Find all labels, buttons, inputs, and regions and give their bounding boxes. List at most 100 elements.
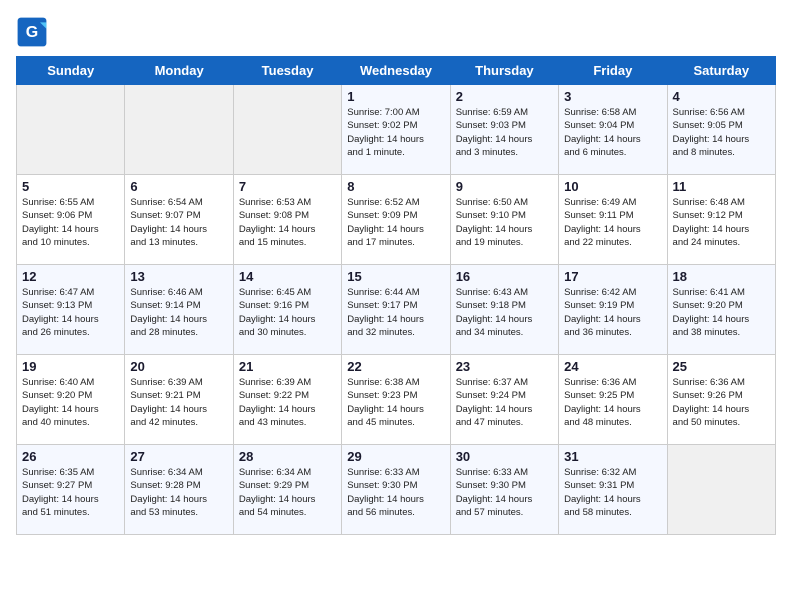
day-info: Sunrise: 6:49 AM Sunset: 9:11 PM Dayligh… xyxy=(564,196,661,249)
calendar-cell: 8 Sunrise: 6:52 AM Sunset: 9:09 PM Daylig… xyxy=(342,175,450,265)
calendar-cell: 4 Sunrise: 6:56 AM Sunset: 9:05 PM Daylig… xyxy=(667,85,775,175)
calendar-cell: 10Sunrise: 6:49 AM Sunset: 9:11 PM Dayli… xyxy=(559,175,667,265)
calendar-cell: 2 Sunrise: 6:59 AM Sunset: 9:03 PM Daylig… xyxy=(450,85,558,175)
calendar-week-row: 5 Sunrise: 6:55 AM Sunset: 9:06 PM Daylig… xyxy=(17,175,776,265)
day-info: Sunrise: 6:39 AM Sunset: 9:21 PM Dayligh… xyxy=(130,376,227,429)
calendar-cell: 27 Sunrise: 6:34 AM Sunset: 9:28 PM Dayli… xyxy=(125,445,233,535)
calendar-week-row: 1 Sunrise: 7:00 AM Sunset: 9:02 PM Daylig… xyxy=(17,85,776,175)
day-number: 29 xyxy=(347,449,444,464)
day-info: Sunrise: 6:35 AM Sunset: 9:27 PM Dayligh… xyxy=(22,466,119,519)
day-number: 8 xyxy=(347,179,444,194)
day-number: 24 xyxy=(564,359,661,374)
day-info: Sunrise: 6:50 AM Sunset: 9:10 PM Dayligh… xyxy=(456,196,553,249)
day-info: Sunrise: 6:38 AM Sunset: 9:23 PM Dayligh… xyxy=(347,376,444,429)
calendar-cell: 3Sunrise: 6:58 AM Sunset: 9:04 PM Daylig… xyxy=(559,85,667,175)
day-number: 17 xyxy=(564,269,661,284)
column-header-tuesday: Tuesday xyxy=(233,57,341,85)
calendar-cell: 26 Sunrise: 6:35 AM Sunset: 9:27 PM Dayli… xyxy=(17,445,125,535)
calendar-week-row: 26 Sunrise: 6:35 AM Sunset: 9:27 PM Dayli… xyxy=(17,445,776,535)
calendar-week-row: 19 Sunrise: 6:40 AM Sunset: 9:20 PM Dayli… xyxy=(17,355,776,445)
calendar-cell: 21 Sunrise: 6:39 AM Sunset: 9:22 PM Dayli… xyxy=(233,355,341,445)
day-info: Sunrise: 6:42 AM Sunset: 9:19 PM Dayligh… xyxy=(564,286,661,339)
column-header-saturday: Saturday xyxy=(667,57,775,85)
day-number: 6 xyxy=(130,179,227,194)
calendar-cell: 28Sunrise: 6:34 AM Sunset: 9:29 PM Dayli… xyxy=(233,445,341,535)
calendar-body: 1 Sunrise: 7:00 AM Sunset: 9:02 PM Daylig… xyxy=(17,85,776,535)
day-number: 4 xyxy=(673,89,770,104)
day-number: 16 xyxy=(456,269,553,284)
day-number: 19 xyxy=(22,359,119,374)
day-number: 3 xyxy=(564,89,661,104)
day-number: 2 xyxy=(456,89,553,104)
day-number: 30 xyxy=(456,449,553,464)
day-number: 18 xyxy=(673,269,770,284)
calendar-cell xyxy=(125,85,233,175)
calendar-cell: 15 Sunrise: 6:44 AM Sunset: 9:17 PM Dayli… xyxy=(342,265,450,355)
day-info: Sunrise: 6:41 AM Sunset: 9:20 PM Dayligh… xyxy=(673,286,770,339)
day-number: 13 xyxy=(130,269,227,284)
day-info: Sunrise: 7:00 AM Sunset: 9:02 PM Dayligh… xyxy=(347,106,444,159)
calendar-table: SundayMondayTuesdayWednesdayThursdayFrid… xyxy=(16,56,776,535)
day-number: 12 xyxy=(22,269,119,284)
calendar-week-row: 12 Sunrise: 6:47 AM Sunset: 9:13 PM Dayli… xyxy=(17,265,776,355)
column-header-thursday: Thursday xyxy=(450,57,558,85)
day-info: Sunrise: 6:44 AM Sunset: 9:17 PM Dayligh… xyxy=(347,286,444,339)
calendar-cell: 1 Sunrise: 7:00 AM Sunset: 9:02 PM Daylig… xyxy=(342,85,450,175)
calendar-cell: 7Sunrise: 6:53 AM Sunset: 9:08 PM Daylig… xyxy=(233,175,341,265)
calendar-cell: 14Sunrise: 6:45 AM Sunset: 9:16 PM Dayli… xyxy=(233,265,341,355)
day-info: Sunrise: 6:43 AM Sunset: 9:18 PM Dayligh… xyxy=(456,286,553,339)
calendar-cell: 17 Sunrise: 6:42 AM Sunset: 9:19 PM Dayli… xyxy=(559,265,667,355)
calendar-cell: 20 Sunrise: 6:39 AM Sunset: 9:21 PM Dayli… xyxy=(125,355,233,445)
calendar-cell: 12 Sunrise: 6:47 AM Sunset: 9:13 PM Dayli… xyxy=(17,265,125,355)
calendar-cell: 22 Sunrise: 6:38 AM Sunset: 9:23 PM Dayli… xyxy=(342,355,450,445)
day-info: Sunrise: 6:36 AM Sunset: 9:26 PM Dayligh… xyxy=(673,376,770,429)
calendar-cell: 16 Sunrise: 6:43 AM Sunset: 9:18 PM Dayli… xyxy=(450,265,558,355)
day-info: Sunrise: 6:33 AM Sunset: 9:30 PM Dayligh… xyxy=(347,466,444,519)
day-info: Sunrise: 6:55 AM Sunset: 9:06 PM Dayligh… xyxy=(22,196,119,249)
day-number: 5 xyxy=(22,179,119,194)
day-info: Sunrise: 6:48 AM Sunset: 9:12 PM Dayligh… xyxy=(673,196,770,249)
day-info: Sunrise: 6:54 AM Sunset: 9:07 PM Dayligh… xyxy=(130,196,227,249)
logo: G xyxy=(16,16,52,48)
day-info: Sunrise: 6:39 AM Sunset: 9:22 PM Dayligh… xyxy=(239,376,336,429)
day-number: 21 xyxy=(239,359,336,374)
day-info: Sunrise: 6:47 AM Sunset: 9:13 PM Dayligh… xyxy=(22,286,119,339)
day-number: 27 xyxy=(130,449,227,464)
column-header-monday: Monday xyxy=(125,57,233,85)
day-number: 20 xyxy=(130,359,227,374)
day-info: Sunrise: 6:32 AM Sunset: 9:31 PM Dayligh… xyxy=(564,466,661,519)
calendar-cell: 30 Sunrise: 6:33 AM Sunset: 9:30 PM Dayli… xyxy=(450,445,558,535)
column-header-wednesday: Wednesday xyxy=(342,57,450,85)
day-info: Sunrise: 6:46 AM Sunset: 9:14 PM Dayligh… xyxy=(130,286,227,339)
calendar-cell xyxy=(17,85,125,175)
day-number: 28 xyxy=(239,449,336,464)
day-info: Sunrise: 6:56 AM Sunset: 9:05 PM Dayligh… xyxy=(673,106,770,159)
calendar-cell: 6 Sunrise: 6:54 AM Sunset: 9:07 PM Daylig… xyxy=(125,175,233,265)
day-number: 26 xyxy=(22,449,119,464)
day-number: 31 xyxy=(564,449,661,464)
day-number: 22 xyxy=(347,359,444,374)
day-number: 15 xyxy=(347,269,444,284)
calendar-cell xyxy=(667,445,775,535)
day-info: Sunrise: 6:40 AM Sunset: 9:20 PM Dayligh… xyxy=(22,376,119,429)
page-header: G xyxy=(16,16,776,48)
calendar-cell: 25 Sunrise: 6:36 AM Sunset: 9:26 PM Dayli… xyxy=(667,355,775,445)
calendar-cell: 23 Sunrise: 6:37 AM Sunset: 9:24 PM Dayli… xyxy=(450,355,558,445)
calendar-cell xyxy=(233,85,341,175)
day-info: Sunrise: 6:37 AM Sunset: 9:24 PM Dayligh… xyxy=(456,376,553,429)
calendar-cell: 31 Sunrise: 6:32 AM Sunset: 9:31 PM Dayli… xyxy=(559,445,667,535)
day-number: 25 xyxy=(673,359,770,374)
day-info: Sunrise: 6:59 AM Sunset: 9:03 PM Dayligh… xyxy=(456,106,553,159)
day-info: Sunrise: 6:34 AM Sunset: 9:28 PM Dayligh… xyxy=(130,466,227,519)
column-header-friday: Friday xyxy=(559,57,667,85)
svg-text:G: G xyxy=(26,24,38,41)
day-number: 14 xyxy=(239,269,336,284)
day-info: Sunrise: 6:52 AM Sunset: 9:09 PM Dayligh… xyxy=(347,196,444,249)
day-info: Sunrise: 6:33 AM Sunset: 9:30 PM Dayligh… xyxy=(456,466,553,519)
column-header-sunday: Sunday xyxy=(17,57,125,85)
calendar-cell: 5 Sunrise: 6:55 AM Sunset: 9:06 PM Daylig… xyxy=(17,175,125,265)
day-number: 1 xyxy=(347,89,444,104)
calendar-cell: 11Sunrise: 6:48 AM Sunset: 9:12 PM Dayli… xyxy=(667,175,775,265)
day-number: 7 xyxy=(239,179,336,194)
day-number: 23 xyxy=(456,359,553,374)
